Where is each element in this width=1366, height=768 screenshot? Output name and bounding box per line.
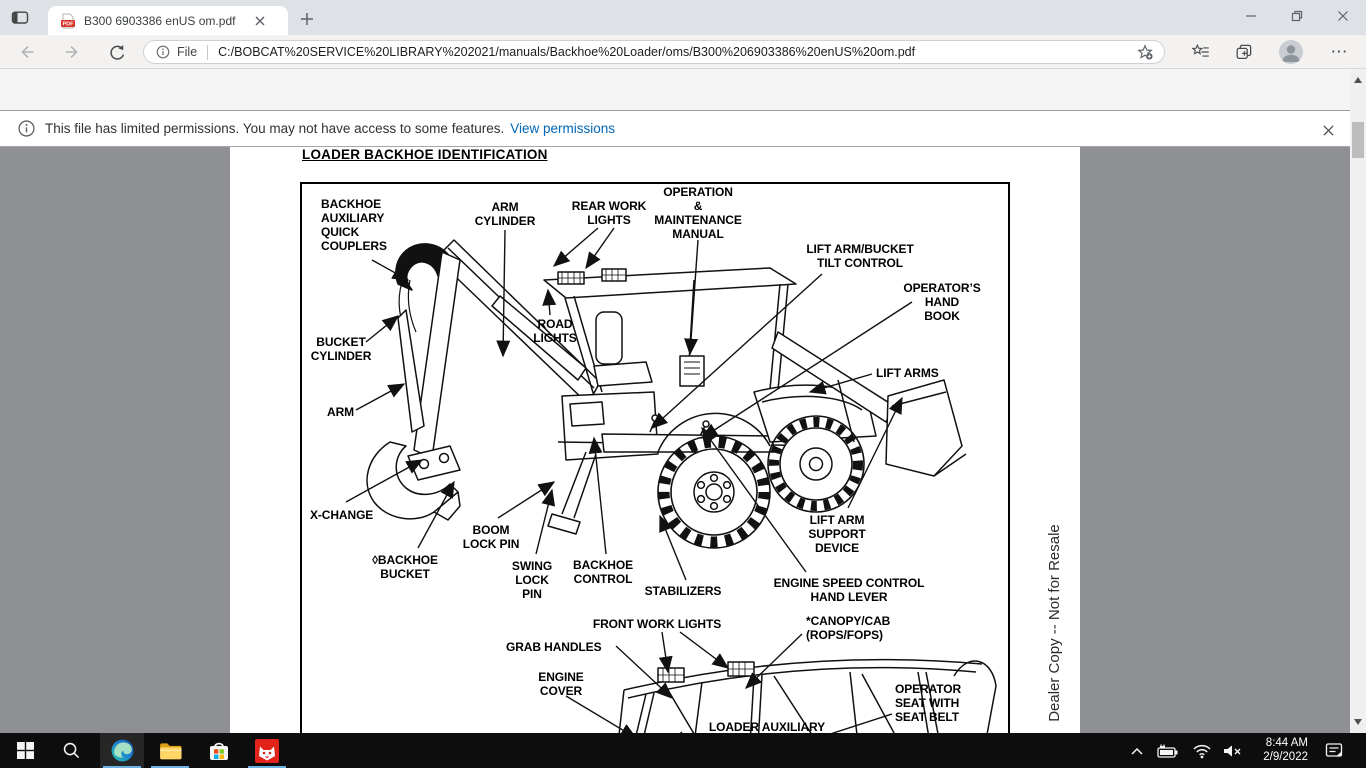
identification-figure: BACKHOE AUXILIARY QUICK COUPLERS ARM CYLI…	[300, 182, 1010, 733]
taskbar-file-explorer-icon[interactable]	[148, 733, 192, 768]
refresh-icon[interactable]	[103, 40, 129, 64]
tab-close-icon[interactable]	[252, 13, 268, 29]
action-center-icon[interactable]	[1318, 733, 1350, 768]
url-scheme-label: File	[177, 45, 197, 59]
back-icon[interactable]	[14, 40, 40, 64]
notification-close-icon[interactable]	[1318, 120, 1338, 140]
scroll-down-icon[interactable]	[1354, 719, 1362, 725]
scrollbar-thumb[interactable]	[1352, 122, 1364, 158]
address-bar[interactable]: File C:/BOBCAT%20SERVICE%20LIBRARY%20202…	[143, 40, 1165, 64]
diagram-label: ◊BACKHOE BUCKET	[372, 553, 438, 581]
notification-message: This file has limited permissions. You m…	[45, 121, 504, 136]
diagram-label: *CANOPY/CAB (ROPS/FOPS)	[806, 614, 890, 642]
profile-avatar[interactable]	[1279, 40, 1303, 64]
window-close-button[interactable]	[1320, 0, 1366, 32]
navigation-bar: File C:/BOBCAT%20SERVICE%20LIBRARY%20202…	[0, 35, 1366, 69]
tray-volume-muted-icon[interactable]	[1218, 733, 1246, 768]
tray-wifi-icon[interactable]	[1188, 733, 1216, 768]
info-icon	[18, 120, 35, 137]
diagram-label: LIFT ARM/BUCKET TILT CONTROL	[806, 242, 913, 270]
diagram-label: LIFT ARM SUPPORT DEVICE	[808, 513, 865, 555]
tab-title: B300 6903386 enUS om.pdf	[84, 14, 252, 28]
watermark-text: Dealer Copy -- Not for Resale	[1046, 518, 1066, 728]
start-button[interactable]	[2, 733, 48, 768]
clock-time: 8:44 AM	[1246, 736, 1308, 750]
tab-strip: PDF B300 6903386 enUS om.pdf	[0, 0, 1366, 35]
taskbar-store-icon[interactable]	[197, 733, 241, 768]
favorites-bar-icon[interactable]	[1189, 41, 1213, 63]
pdf-favicon-icon: PDF	[60, 13, 76, 29]
pdf-viewport[interactable]: LOADER BACKHOE IDENTIFICATION	[0, 147, 1350, 733]
diagram-label: BOOM LOCK PIN	[463, 523, 520, 551]
tab-actions-menu-icon[interactable]	[8, 7, 32, 29]
svg-text:PDF: PDF	[63, 21, 75, 27]
diagram-label: ROAD LIGHTS	[533, 317, 576, 345]
window-minimize-button[interactable]	[1228, 0, 1274, 32]
add-favorite-icon[interactable]	[1136, 43, 1154, 61]
document-heading: LOADER BACKHOE IDENTIFICATION	[302, 147, 548, 162]
diagram-label: FRONT WORK LIGHTS	[593, 617, 721, 631]
new-tab-button[interactable]	[294, 8, 320, 30]
view-permissions-link[interactable]: View permissions	[510, 121, 615, 136]
diagram-label: ARM	[327, 405, 354, 419]
tray-battery-icon[interactable]	[1154, 733, 1182, 768]
pdf-page: LOADER BACKHOE IDENTIFICATION	[230, 147, 1080, 733]
url-text[interactable]: C:/BOBCAT%20SERVICE%20LIBRARY%202021/man…	[218, 45, 1136, 59]
settings-more-icon[interactable]: ⋯	[1326, 41, 1352, 63]
diagram-label: OPERATOR’S HAND BOOK	[903, 281, 980, 323]
site-info-icon[interactable]	[156, 45, 170, 59]
screen: PDF B300 6903386 enUS om.pdf	[0, 0, 1366, 768]
vertical-scrollbar[interactable]	[1350, 69, 1366, 733]
diagram-label: BUCKET CYLINDER	[311, 335, 372, 363]
clock-date: 2/9/2022	[1246, 750, 1308, 764]
permissions-notification-bar: This file has limited permissions. You m…	[0, 111, 1350, 147]
diagram-label: SWING LOCK PIN	[512, 559, 552, 601]
window-restore-button[interactable]	[1274, 0, 1320, 32]
diagram-label: ENGINE SPEED CONTROL HAND LEVER	[774, 576, 925, 604]
taskbar-clock[interactable]: 8:44 AM 2/9/2022	[1246, 736, 1308, 766]
taskbar-bobcat-app-icon[interactable]	[245, 733, 289, 768]
browser-tab[interactable]: PDF B300 6903386 enUS om.pdf	[48, 6, 288, 35]
diagram-label: ARM CYLINDER	[475, 200, 536, 228]
diagram-label: ENGINE COVER	[538, 670, 583, 698]
diagram-label: REAR WORK LIGHTS	[572, 199, 646, 227]
scroll-up-icon[interactable]	[1354, 77, 1362, 83]
taskbar: 8:44 AM 2/9/2022	[0, 733, 1366, 768]
diagram-label: LOADER AUXILIARY	[709, 720, 825, 733]
diagram-label: OPERATOR SEAT WITH SEAT BELT	[895, 682, 961, 724]
diagram-label: OPERATION & MAINTENANCE MANUAL	[654, 185, 742, 241]
diagram-label: STABILIZERS	[645, 584, 722, 598]
address-divider	[207, 45, 208, 60]
diagram-label: X-CHANGE	[310, 508, 373, 522]
pdf-toolbar: of 150 − + A	[0, 69, 1350, 111]
collections-icon[interactable]	[1232, 41, 1256, 63]
taskbar-edge-icon[interactable]	[100, 733, 144, 768]
diagram-label: BACKHOE AUXILIARY QUICK COUPLERS	[321, 197, 387, 253]
tray-hidden-icons-chevron-icon[interactable]	[1124, 733, 1150, 768]
diagram-label: GRAB HANDLES	[506, 640, 601, 654]
taskbar-search-icon[interactable]	[48, 733, 94, 768]
diagram-label: BACKHOE CONTROL	[573, 558, 633, 586]
forward-icon[interactable]	[59, 40, 85, 64]
diagram-label: LIFT ARMS	[876, 366, 939, 380]
